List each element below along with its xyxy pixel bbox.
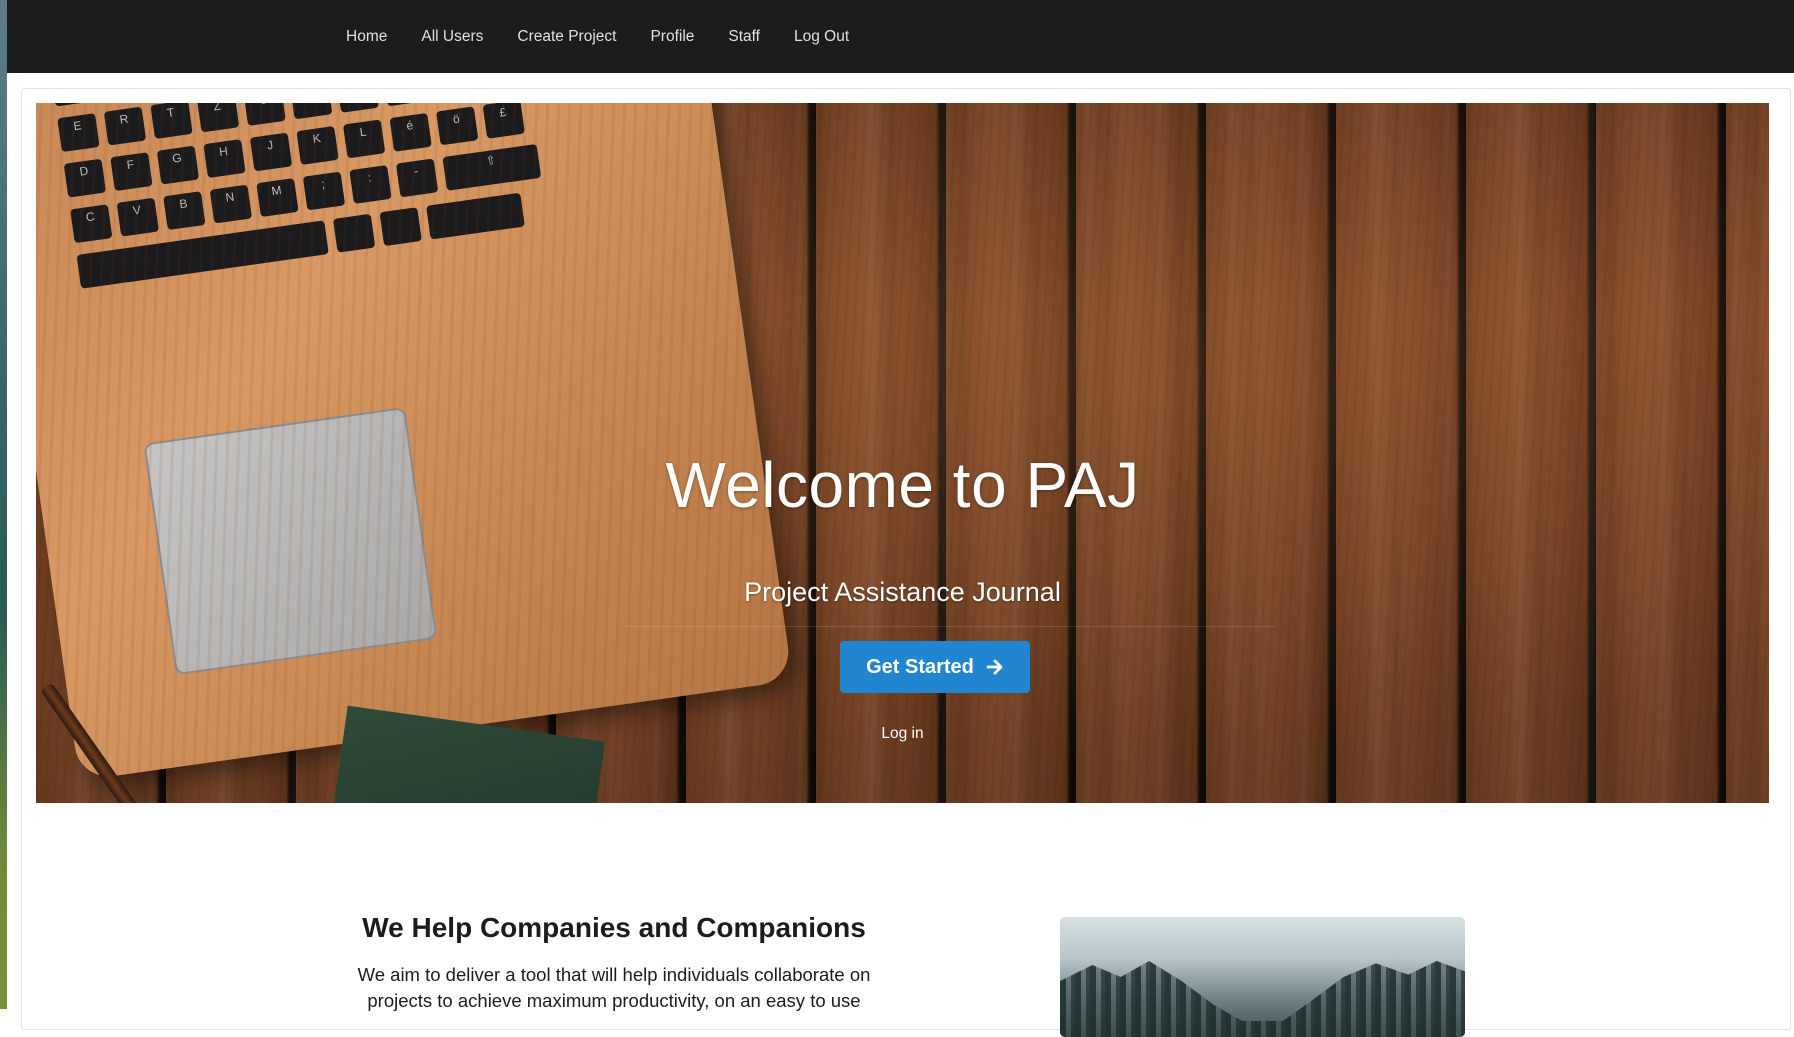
hero-content: Welcome to PAJ Project Assistance Journa… xyxy=(36,103,1769,803)
hero-subtitle: Project Assistance Journal xyxy=(744,577,1061,607)
forest-trees xyxy=(1060,961,1465,1037)
arrow-right-icon xyxy=(986,658,1004,676)
log-in-link[interactable]: Log in xyxy=(36,725,1769,743)
nav-item-home[interactable]: Home xyxy=(346,28,387,46)
nav-menu: Home All Users Create Project Profile St… xyxy=(346,0,883,73)
hero-title: Welcome to PAJ xyxy=(665,449,1140,521)
top-navbar: Home All Users Create Project Profile St… xyxy=(7,0,1794,73)
forest-road-image xyxy=(1060,917,1465,1037)
get-started-label: Get Started xyxy=(866,655,974,678)
hero-banner: 4 5 6 7 8 9 0 ? ^ ⏏ E R T Z U I O P è xyxy=(36,103,1769,803)
hero-divider xyxy=(626,626,1276,627)
section-description: We aim to deliver a tool that will help … xyxy=(357,964,871,1011)
nav-item-create-project[interactable]: Create Project xyxy=(517,28,616,46)
nav-item-staff[interactable]: Staff xyxy=(728,28,760,46)
get-started-button[interactable]: Get Started xyxy=(840,641,1030,693)
desktop-background-strip xyxy=(0,0,7,1009)
nav-item-log-out[interactable]: Log Out xyxy=(794,28,849,46)
section-heading: We Help Companies and Companions xyxy=(362,912,866,943)
nav-item-profile[interactable]: Profile xyxy=(650,28,694,46)
nav-item-all-users[interactable]: All Users xyxy=(421,28,483,46)
